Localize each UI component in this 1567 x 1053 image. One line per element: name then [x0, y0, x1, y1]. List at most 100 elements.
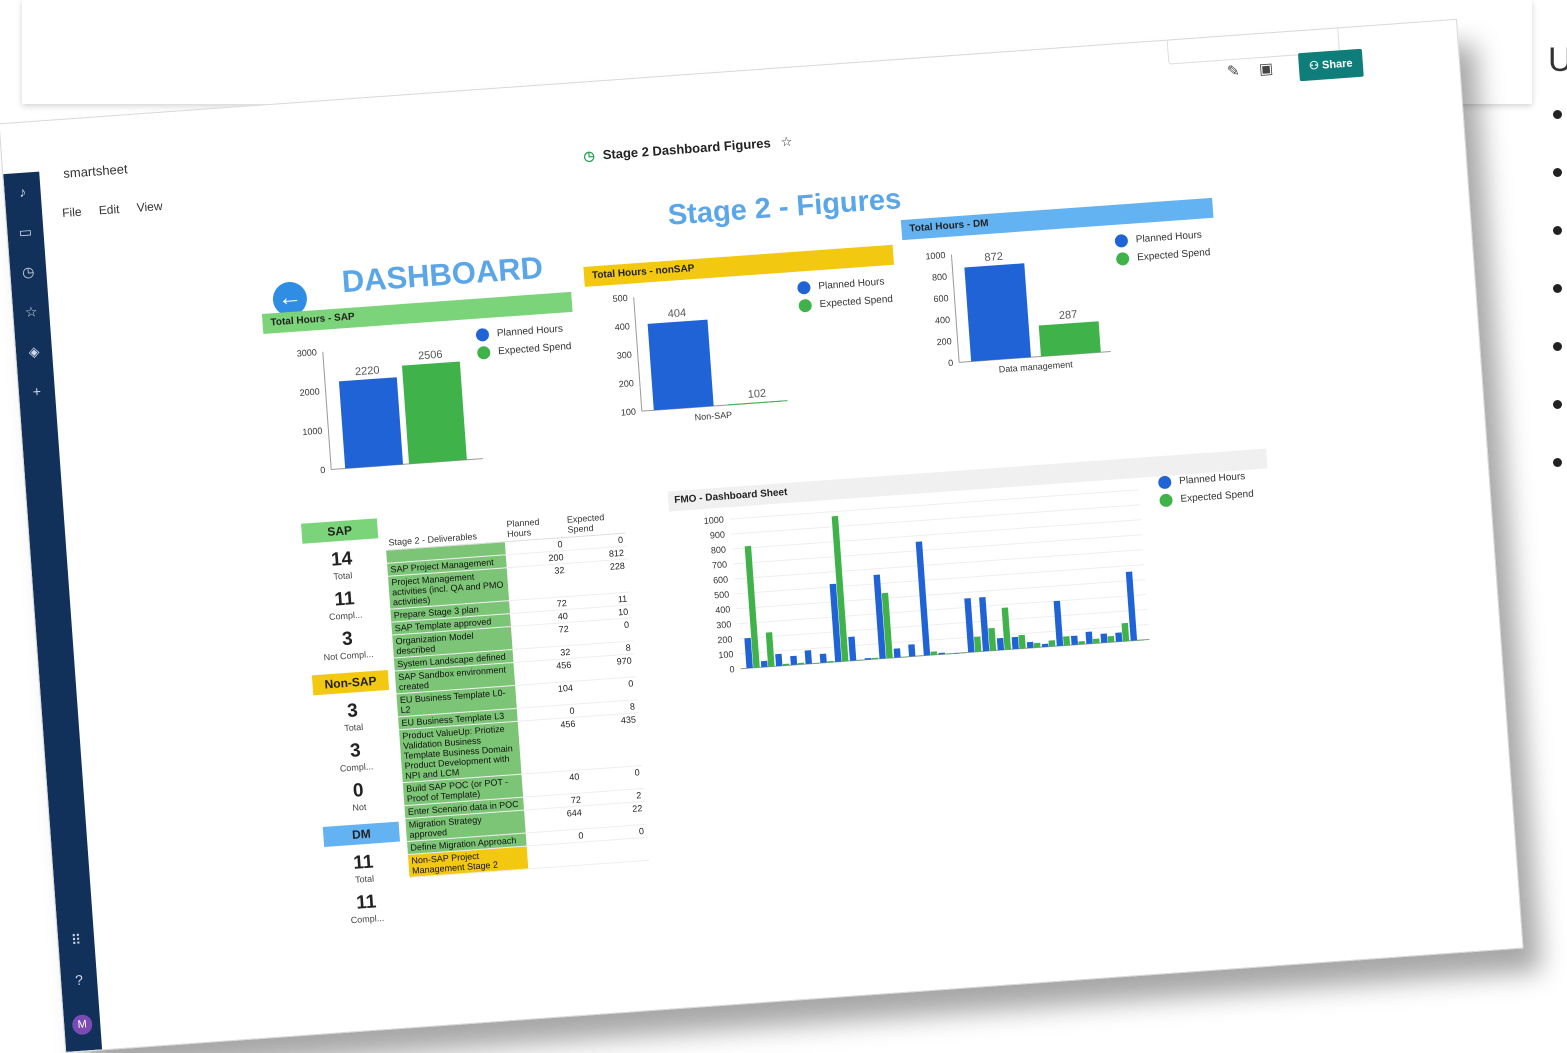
y-tick-label: 400: [935, 315, 951, 326]
share-button[interactable]: ⚇ Share: [1297, 48, 1364, 82]
bar: [1053, 600, 1064, 647]
apps-grid-icon[interactable]: ⠿: [67, 930, 86, 949]
nonsap-legend: Planned Hours Expected Spend: [796, 273, 894, 316]
bar: [1107, 635, 1115, 643]
solutions-icon[interactable]: ◈: [24, 342, 43, 361]
expected-spend-cell[interactable]: 228: [566, 559, 630, 597]
y-tick-label: 0: [729, 664, 735, 674]
y-tick-label: 0: [948, 358, 954, 368]
bar: [1092, 638, 1100, 644]
expected-spend-cell[interactable]: 435: [577, 712, 643, 770]
side-letter: U: [1548, 41, 1567, 79]
col-expected-spend[interactable]: Expected Spend: [562, 494, 626, 538]
browse-icon[interactable]: ▭: [16, 222, 35, 241]
expected-swatch: [476, 345, 491, 360]
y-tick-label: 100: [621, 407, 637, 418]
bar: [1063, 636, 1071, 646]
bullet-dot: [1553, 110, 1562, 119]
legend-planned-label: Planned Hours: [496, 323, 564, 340]
fmo-chart: 0 100 200 300 400 500 600 700 800 900 1000: [703, 489, 1150, 675]
pencil-icon[interactable]: ✎: [1226, 62, 1240, 81]
bar: [1085, 631, 1093, 644]
y-tick-label: 600: [933, 293, 949, 304]
brand-logo: smartsheet: [62, 161, 129, 181]
bar: [893, 648, 901, 658]
legend-planned-label: Planned Hours: [818, 276, 885, 293]
y-tick-label: 500: [714, 589, 730, 600]
left-nav-rail: ♪ ▭ ◷ ☆ ◈ + ⠿ ? M: [3, 171, 103, 1052]
bar: [1115, 632, 1123, 642]
recents-icon[interactable]: ◷: [19, 262, 38, 281]
share-label: Share: [1321, 57, 1353, 72]
bar: [727, 400, 788, 406]
y-axis: [322, 351, 332, 470]
planned-swatch: [475, 327, 490, 342]
dm-chart: 0 200 400 600 800 1000 872 287 Data management: [925, 250, 1111, 374]
bar: [1038, 321, 1101, 357]
avatar[interactable]: M: [71, 1014, 93, 1036]
smartsheet-window: ♪ ▭ ◷ ☆ ◈ + ⠿ ? M smartsheet File Edit V…: [0, 18, 1524, 1053]
planned-hours-cell[interactable]: [526, 841, 589, 869]
nonsap-chart: 100 200 300 400 500 404 102 Non-SAP: [612, 293, 788, 422]
bar: [775, 653, 783, 667]
legend-expected-label: Expected Spend: [1136, 247, 1211, 264]
bar: [1078, 641, 1085, 645]
help-icon[interactable]: ?: [69, 970, 88, 989]
bell-icon[interactable]: ♪: [13, 182, 32, 201]
deliverables-table: Stage 2 - Deliverables Planned Hours Exp…: [383, 494, 649, 878]
y-tick-label: 200: [618, 378, 634, 389]
bar: [338, 377, 404, 469]
bullet-dot: [1553, 284, 1562, 293]
bar: [908, 644, 916, 657]
expected-swatch: [798, 298, 813, 313]
bar: [1011, 636, 1019, 650]
plus-icon[interactable]: +: [27, 382, 46, 401]
gridline: [734, 549, 1144, 580]
bar: [1048, 640, 1056, 647]
bar: [790, 655, 798, 666]
data-label: 872: [984, 251, 1003, 264]
y-tick-label: 200: [936, 336, 952, 347]
y-tick-label: 300: [716, 619, 732, 630]
fmo-legend: Planned Hours Expected Spend: [1157, 468, 1255, 511]
menu-edit[interactable]: Edit: [98, 202, 120, 217]
y-axis: [633, 297, 643, 412]
gridline: [735, 564, 1145, 595]
stage-title: Stage 2 - Figures: [666, 183, 903, 232]
planned-hours-cell[interactable]: 456: [517, 716, 582, 775]
y-tick-label: 2000: [299, 386, 320, 397]
favorites-icon[interactable]: ☆: [22, 302, 41, 321]
side-bullet-list: U: [1548, 40, 1567, 516]
y-tick-label: 200: [717, 634, 733, 645]
x-category-label: Data management: [998, 359, 1073, 374]
screenshot-frame: ♪ ▭ ◷ ☆ ◈ + ⠿ ? M smartsheet File Edit V…: [0, 18, 1524, 1053]
gridline: [732, 534, 1142, 565]
expected-swatch: [1115, 251, 1130, 266]
dashboard-title: DASHBOARD: [340, 249, 545, 300]
bar: [930, 651, 938, 656]
data-label: 2506: [418, 349, 443, 363]
bar: [988, 627, 997, 651]
expected-spend-cell[interactable]: [586, 837, 649, 865]
share-icon: ⚇: [1308, 59, 1323, 73]
bar: [848, 636, 857, 661]
deliverable-cell[interactable]: Product ValueUp: Priotize Validation Bus…: [399, 721, 522, 783]
y-tick-label: 500: [612, 293, 628, 304]
doc-title-text: Stage 2 Dashboard Figures: [602, 135, 772, 163]
planned-hours-cell[interactable]: 32: [506, 563, 570, 601]
y-tick-label: 1000: [925, 250, 946, 261]
present-icon[interactable]: ▣: [1258, 59, 1273, 78]
bar: [1070, 635, 1078, 646]
menu-view[interactable]: View: [136, 199, 163, 215]
data-label: 287: [1059, 309, 1078, 322]
y-tick-label: 900: [710, 530, 726, 541]
legend-planned-label: Planned Hours: [1135, 229, 1203, 246]
col-planned-hours[interactable]: Planned Hours: [501, 499, 566, 542]
bar: [973, 636, 982, 652]
menu-file[interactable]: File: [62, 205, 82, 220]
legend-expected-label: Expected Spend: [819, 293, 894, 311]
bar: [1033, 642, 1041, 648]
favorite-star-icon[interactable]: ☆: [780, 134, 793, 150]
dm-legend: Planned Hours Expected Spend: [1114, 226, 1211, 269]
expected-swatch: [1159, 493, 1174, 508]
